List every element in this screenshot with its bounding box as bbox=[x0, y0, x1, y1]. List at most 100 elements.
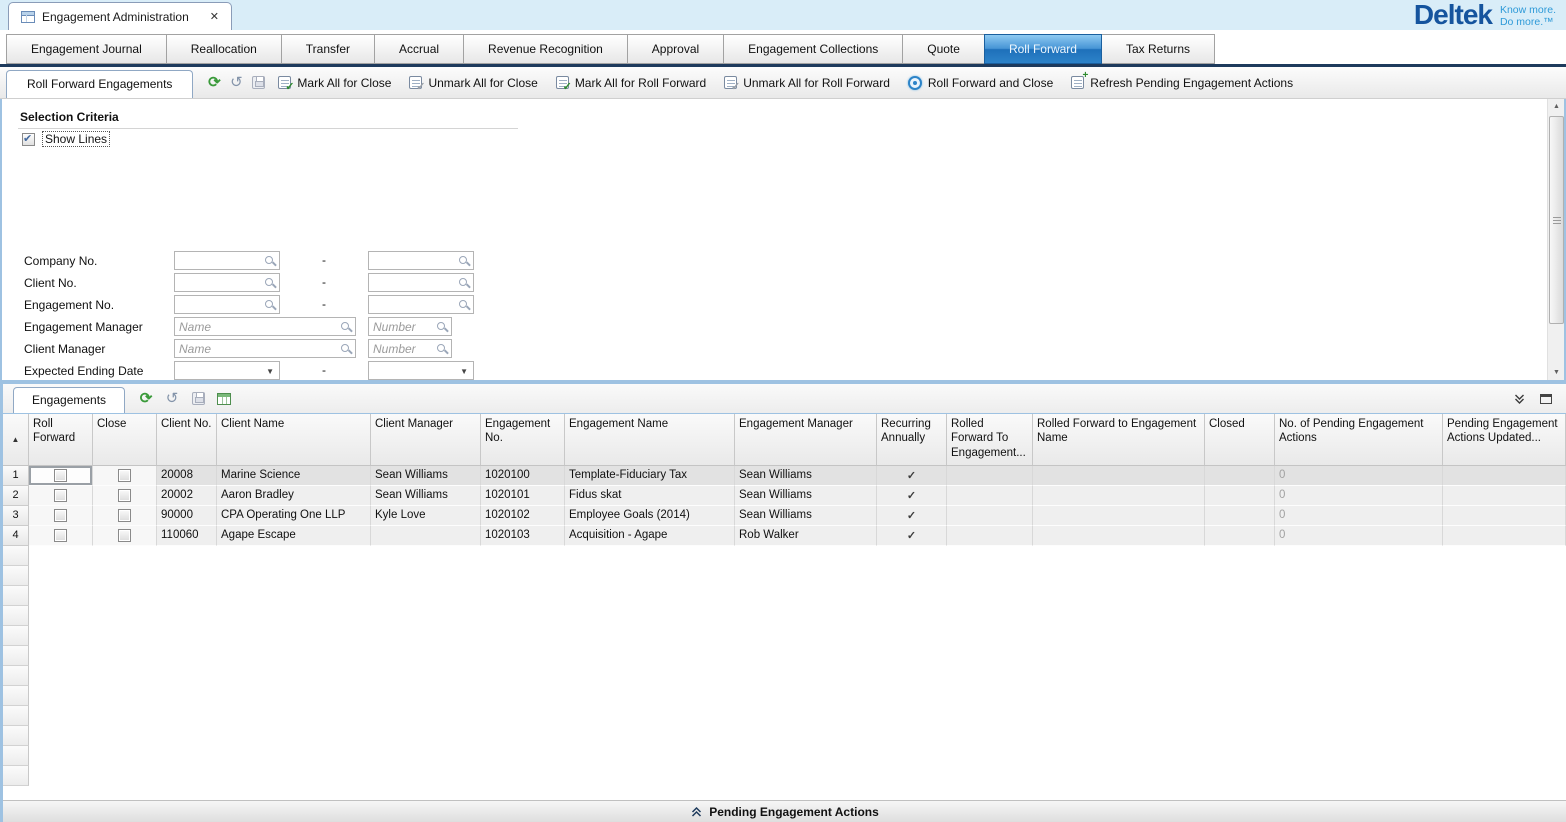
cell-close[interactable] bbox=[93, 506, 157, 526]
undo-button[interactable]: ↺ bbox=[225, 72, 247, 94]
refresh-button[interactable]: ⟳ bbox=[135, 388, 157, 410]
tab-tax-returns[interactable]: Tax Returns bbox=[1101, 34, 1215, 64]
refresh-button[interactable]: ⟳ bbox=[203, 72, 225, 94]
tab-engagement-journal[interactable]: Engagement Journal bbox=[6, 34, 167, 64]
row-number[interactable]: 4 bbox=[3, 526, 29, 546]
search-icon[interactable] bbox=[436, 343, 449, 356]
row-number[interactable]: 3 bbox=[3, 506, 29, 526]
cell-close[interactable] bbox=[93, 466, 157, 486]
column-header-rolled-forward-to-engagement-name[interactable]: Rolled Forward to Engagement Name bbox=[1033, 414, 1205, 465]
expected-ending-date-to-dropdown[interactable]: ▼ bbox=[368, 361, 474, 380]
expected-ending-date-from-dropdown[interactable]: ▼ bbox=[174, 361, 280, 380]
roll-forward-checkbox[interactable] bbox=[54, 489, 67, 502]
scrollbar-thumb[interactable] bbox=[1549, 116, 1564, 324]
save-button[interactable] bbox=[187, 388, 209, 410]
scroll-down-button[interactable]: ▼ bbox=[1549, 365, 1564, 380]
tab-quote[interactable]: Quote bbox=[902, 34, 985, 64]
cell-rolled-forward-to-engagement-name bbox=[1033, 506, 1205, 526]
unmark-all-for-close-button[interactable]: ✓ Unmark All for Close bbox=[400, 71, 546, 95]
column-header-close[interactable]: Close bbox=[93, 414, 157, 465]
engagement-manager-number-field[interactable] bbox=[368, 317, 452, 336]
unmark-all-for-roll-forward-button[interactable]: ✓ Unmark All for Roll Forward bbox=[715, 71, 899, 95]
close-checkbox[interactable] bbox=[118, 469, 131, 482]
pending-engagement-actions-bar[interactable]: Pending Engagement Actions bbox=[3, 800, 1566, 822]
search-icon[interactable] bbox=[264, 277, 277, 290]
tab-transfer[interactable]: Transfer bbox=[281, 34, 375, 64]
roll-forward-checkbox[interactable] bbox=[54, 529, 67, 542]
column-header-rolled-forward-to-engagement[interactable]: Rolled Forward To Engagement... bbox=[947, 414, 1033, 465]
column-header-pending-actions[interactable]: No. of Pending Engagement Actions bbox=[1275, 414, 1443, 465]
cell-roll-forward[interactable] bbox=[29, 506, 93, 526]
engagement-no-from-field[interactable] bbox=[174, 295, 280, 314]
search-icon[interactable] bbox=[458, 277, 471, 290]
search-icon[interactable] bbox=[340, 321, 353, 334]
scroll-up-button[interactable]: ▲ bbox=[1549, 99, 1564, 114]
tab-engagement-collections[interactable]: Engagement Collections bbox=[723, 34, 903, 64]
engagement-no-to-field[interactable] bbox=[368, 295, 474, 314]
tab-roll-forward-engagements[interactable]: Roll Forward Engagements bbox=[6, 70, 193, 98]
save-button[interactable] bbox=[247, 72, 269, 94]
roll-forward-checkbox[interactable] bbox=[54, 509, 67, 522]
chevron-double-down-icon[interactable] bbox=[1513, 393, 1526, 405]
show-lines-checkbox[interactable] bbox=[22, 133, 35, 146]
chevron-down-icon[interactable]: ▼ bbox=[266, 368, 274, 376]
column-header-client-manager[interactable]: Client Manager bbox=[371, 414, 481, 465]
empty-row-header bbox=[3, 766, 29, 786]
close-checkbox[interactable] bbox=[118, 529, 131, 542]
mark-all-for-roll-forward-button[interactable]: ✓ Mark All for Roll Forward bbox=[547, 71, 715, 95]
column-header-pending-actions-updated[interactable]: Pending Engagement Actions Updated... bbox=[1443, 414, 1566, 465]
column-header-closed[interactable]: Closed bbox=[1205, 414, 1275, 465]
close-checkbox[interactable] bbox=[118, 509, 131, 522]
cell-close[interactable] bbox=[93, 486, 157, 506]
close-checkbox[interactable] bbox=[118, 489, 131, 502]
roll-forward-checkbox[interactable] bbox=[54, 469, 67, 482]
column-header-engagement-manager[interactable]: Engagement Manager bbox=[735, 414, 877, 465]
engagement-manager-name-input[interactable] bbox=[175, 318, 355, 335]
row-number[interactable]: 2 bbox=[3, 486, 29, 506]
grid-layout-button[interactable] bbox=[213, 388, 235, 410]
cell-roll-forward[interactable] bbox=[29, 466, 93, 486]
cell-roll-forward[interactable] bbox=[29, 526, 93, 546]
roll-forward-and-close-button[interactable]: Roll Forward and Close bbox=[899, 71, 1062, 95]
search-icon[interactable] bbox=[264, 299, 277, 312]
mark-all-for-close-button[interactable]: ✓ Mark All for Close bbox=[269, 71, 400, 95]
client-manager-name-input[interactable] bbox=[175, 340, 355, 357]
search-icon[interactable] bbox=[340, 343, 353, 356]
maximize-icon[interactable] bbox=[1540, 394, 1552, 404]
row-header-corner[interactable]: ▲ bbox=[3, 414, 29, 465]
tab-roll-forward[interactable]: Roll Forward bbox=[984, 34, 1102, 64]
column-header-client-no[interactable]: Client No. bbox=[157, 414, 217, 465]
search-icon[interactable] bbox=[264, 255, 277, 268]
cell-engagement-manager: Sean Williams bbox=[735, 506, 877, 526]
cell-rolled-forward-to-engagement bbox=[947, 526, 1033, 546]
cell-roll-forward[interactable] bbox=[29, 486, 93, 506]
company-no-to-field[interactable] bbox=[368, 251, 474, 270]
column-header-roll-forward[interactable]: Roll Forward bbox=[29, 414, 93, 465]
column-header-client-name[interactable]: Client Name bbox=[217, 414, 371, 465]
row-number[interactable]: 1 bbox=[3, 466, 29, 486]
chevron-down-icon[interactable]: ▼ bbox=[460, 368, 468, 376]
search-icon[interactable] bbox=[436, 321, 449, 334]
window-tab[interactable]: Engagement Administration ✕ bbox=[8, 2, 232, 30]
tab-engagements[interactable]: Engagements bbox=[13, 387, 125, 413]
search-icon[interactable] bbox=[458, 299, 471, 312]
tab-revenue-recognition[interactable]: Revenue Recognition bbox=[463, 34, 628, 64]
client-no-from-field[interactable] bbox=[174, 273, 280, 292]
tab-reallocation[interactable]: Reallocation bbox=[166, 34, 282, 64]
client-manager-number-field[interactable] bbox=[368, 339, 452, 358]
undo-button[interactable]: ↺ bbox=[161, 388, 183, 410]
client-no-to-field[interactable] bbox=[368, 273, 474, 292]
column-header-engagement-no[interactable]: Engagement No. bbox=[481, 414, 565, 465]
vertical-scrollbar[interactable]: ▲ ▼ bbox=[1547, 99, 1564, 380]
tab-accrual[interactable]: Accrual bbox=[374, 34, 464, 64]
search-icon[interactable] bbox=[458, 255, 471, 268]
tab-approval[interactable]: Approval bbox=[627, 34, 724, 64]
close-tab-icon[interactable]: ✕ bbox=[210, 10, 219, 23]
refresh-pending-engagement-actions-button[interactable]: + Refresh Pending Engagement Actions bbox=[1062, 71, 1302, 95]
engagement-manager-name-field[interactable] bbox=[174, 317, 356, 336]
cell-close[interactable] bbox=[93, 526, 157, 546]
company-no-from-field[interactable] bbox=[174, 251, 280, 270]
client-manager-name-field[interactable] bbox=[174, 339, 356, 358]
column-header-recurring-annually[interactable]: Recurring Annually bbox=[877, 414, 947, 465]
column-header-engagement-name[interactable]: Engagement Name bbox=[565, 414, 735, 465]
